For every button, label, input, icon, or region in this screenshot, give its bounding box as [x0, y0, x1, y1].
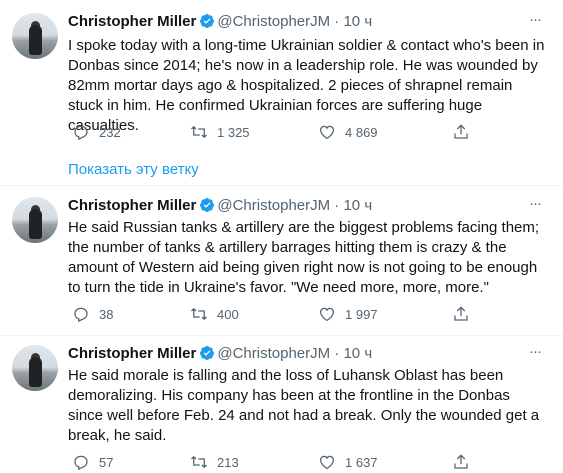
author-handle[interactable]: @ChristopherJM [217, 197, 330, 214]
author-name[interactable]: Christopher Miller [68, 13, 196, 30]
tweet-actions: 38 400 1 997 [68, 304, 548, 324]
like-count: 1 997 [345, 306, 378, 322]
avatar[interactable] [12, 345, 58, 391]
show-thread-link[interactable]: Показать эту ветку [68, 161, 199, 178]
author-name[interactable]: Christopher Miller [68, 345, 196, 362]
reply-count: 57 [99, 454, 114, 470]
retweet-button[interactable]: 400 [190, 304, 239, 324]
like-button[interactable]: 4 869 [318, 122, 378, 142]
retweet-count: 1 325 [217, 124, 250, 140]
timestamp[interactable]: 10 ч [343, 197, 372, 214]
reply-button[interactable]: 57 [72, 452, 113, 472]
heart-icon [319, 307, 335, 322]
avatar[interactable] [12, 13, 58, 59]
more-options-icon[interactable]: ··· [525, 12, 545, 33]
like-count: 1 637 [345, 454, 378, 470]
separator: · [334, 197, 340, 214]
author-handle[interactable]: @ChristopherJM [217, 345, 330, 362]
tweet-text: He said morale is falling and the loss o… [68, 367, 540, 444]
heart-icon [319, 125, 335, 140]
share-icon [454, 306, 468, 321]
separator: · [334, 13, 340, 30]
retweet-button[interactable]: 1 325 [190, 122, 250, 142]
author-handle[interactable]: @ChristopherJM [217, 13, 330, 30]
reply-count: 232 [99, 124, 121, 140]
share-icon [454, 124, 468, 139]
like-count: 4 869 [345, 124, 378, 140]
retweet-icon [191, 455, 207, 469]
share-icon [454, 454, 468, 469]
tweet-text: I spoke today with a long-time Ukrainian… [68, 37, 545, 134]
retweet-icon [191, 125, 207, 139]
reply-button[interactable]: 232 [72, 122, 121, 142]
retweet-button[interactable]: 213 [190, 452, 239, 472]
tweet-header: Christopher Miller @ChristopherJM · 10 ч [68, 197, 372, 215]
reply-count: 38 [99, 306, 114, 322]
like-button[interactable]: 1 637 [318, 452, 378, 472]
divider [0, 335, 563, 336]
timestamp[interactable]: 10 ч [343, 345, 372, 362]
like-button[interactable]: 1 997 [318, 304, 378, 324]
reply-icon [74, 125, 88, 141]
divider [0, 185, 563, 186]
heart-icon [319, 455, 335, 470]
tweet-actions: 57 213 1 637 [68, 452, 548, 472]
reply-icon [74, 455, 88, 471]
verified-badge-icon [200, 198, 215, 212]
verified-badge-icon [200, 346, 215, 360]
more-options-icon[interactable]: ··· [525, 196, 545, 217]
separator: · [334, 345, 340, 362]
retweet-icon [191, 307, 207, 321]
tweet-header: Christopher Miller @ChristopherJM · 10 ч [68, 345, 372, 363]
tweet-header: Christopher Miller @ChristopherJM · 10 ч [68, 13, 372, 31]
reply-icon [74, 307, 88, 323]
retweet-count: 400 [217, 306, 239, 322]
share-button[interactable] [452, 304, 479, 324]
share-button[interactable] [452, 452, 479, 472]
author-name[interactable]: Christopher Miller [68, 197, 196, 214]
avatar[interactable] [12, 197, 58, 243]
tweet-actions: 232 1 325 4 869 [68, 122, 548, 142]
tweet-text: He said Russian tanks & artillery are th… [68, 219, 540, 296]
timestamp[interactable]: 10 ч [343, 13, 372, 30]
share-button[interactable] [452, 122, 479, 142]
verified-badge-icon [200, 14, 215, 28]
retweet-count: 213 [217, 454, 239, 470]
more-options-icon[interactable]: ··· [525, 344, 545, 365]
reply-button[interactable]: 38 [72, 304, 113, 324]
